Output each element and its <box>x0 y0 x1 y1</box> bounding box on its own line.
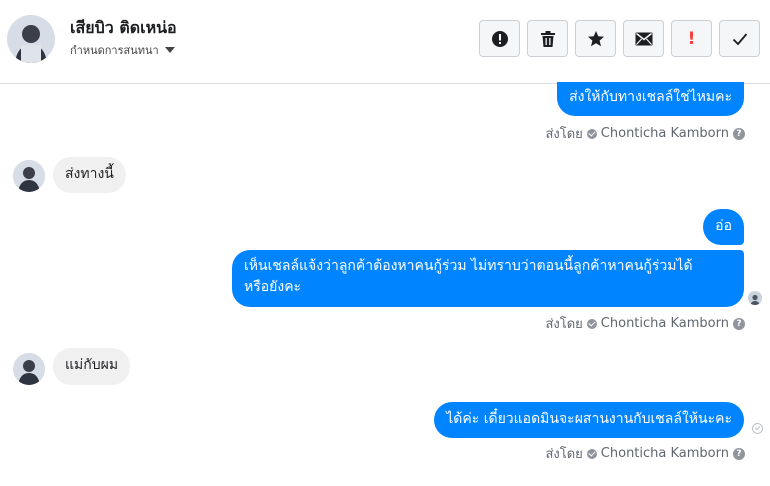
message-text-line: หรือยังคะ <box>244 279 302 295</box>
mark-unread-button[interactable] <box>623 20 664 57</box>
outgoing-message: ได้ค่ะ เดี๋ยวแอดมินจะผสานงานกับเชลล์ให้น… <box>434 402 744 438</box>
assign-conversation-dropdown[interactable]: กำหนดการสนทนา <box>70 41 175 59</box>
message-text: อ่อ <box>715 218 732 234</box>
star-icon <box>587 30 604 46</box>
message-text: ส่งทางนี้ <box>65 166 114 182</box>
incoming-message: ส่งทางนี้ <box>53 157 126 193</box>
check-circle-icon <box>586 448 597 459</box>
sent-by-line: ส่งโดย Chonticha Kamborn ? <box>545 313 745 334</box>
outgoing-message: ส่งให้กับทางเชลล์ใช่ไหมคะ <box>557 82 744 116</box>
assign-label: กำหนดการสนทนา <box>70 44 159 57</box>
contact-name[interactable]: เสียบิว ติดเหน่อ <box>70 16 177 41</box>
follow-up-button[interactable]: ! <box>671 20 712 57</box>
check-circle-icon <box>586 128 597 139</box>
incoming-message: แม่กับผม <box>53 348 131 385</box>
contact-avatar-small <box>13 353 45 385</box>
agent-avatar-tiny <box>748 291 762 305</box>
mail-icon <box>635 32 652 45</box>
delivered-check-icon <box>752 423 763 434</box>
sent-by-line: ส่งโดย Chonticha Kamborn ? <box>545 123 745 144</box>
exclamation-icon: ! <box>687 28 696 49</box>
conversation-header: เสียบิว ติดเหน่อ กำหนดการสนทนา ! <box>0 0 770 84</box>
caret-down-icon <box>164 47 175 53</box>
help-icon[interactable]: ? <box>733 317 745 330</box>
checkmark-icon <box>732 32 747 45</box>
help-icon[interactable]: ? <box>733 127 745 140</box>
sent-by-prefix: ส่งโดย <box>545 127 583 142</box>
message-text-line: เห็นเชลล์แจ้งว่าลูกค้าต้องหาคนกู้ร่วม ไม… <box>244 258 693 274</box>
sent-by-agent[interactable]: Chonticha Kamborn <box>601 316 729 331</box>
mark-done-button[interactable] <box>719 20 760 57</box>
sent-by-agent[interactable]: Chonticha Kamborn <box>601 446 729 461</box>
sent-by-agent[interactable]: Chonticha Kamborn <box>601 126 729 141</box>
contact-avatar-small <box>13 160 45 192</box>
outgoing-message: เห็นเชลล์แจ้งว่าลูกค้าต้องหาคนกู้ร่วม ไม… <box>232 250 744 307</box>
outgoing-message: อ่อ <box>703 209 744 245</box>
message-text: ได้ค่ะ เดี๋ยวแอดมินจะผสานงานกับเชลล์ให้น… <box>446 411 732 427</box>
star-button[interactable] <box>575 20 616 57</box>
conversation-toolbar: ! <box>479 20 760 57</box>
check-circle-icon <box>586 318 597 329</box>
contact-avatar[interactable] <box>7 15 55 63</box>
help-icon[interactable]: ? <box>733 447 745 460</box>
alert-circle-icon <box>491 30 508 47</box>
delete-button[interactable] <box>527 20 568 57</box>
message-text: แม่กับผม <box>65 357 119 373</box>
mark-spam-button[interactable] <box>479 20 520 57</box>
sent-by-prefix: ส่งโดย <box>545 447 583 462</box>
message-text: ส่งให้กับทางเชลล์ใช่ไหมคะ <box>569 89 732 105</box>
trash-icon <box>540 30 555 47</box>
sent-by-prefix: ส่งโดย <box>545 317 583 332</box>
sent-by-line: ส่งโดย Chonticha Kamborn ? <box>545 443 745 464</box>
